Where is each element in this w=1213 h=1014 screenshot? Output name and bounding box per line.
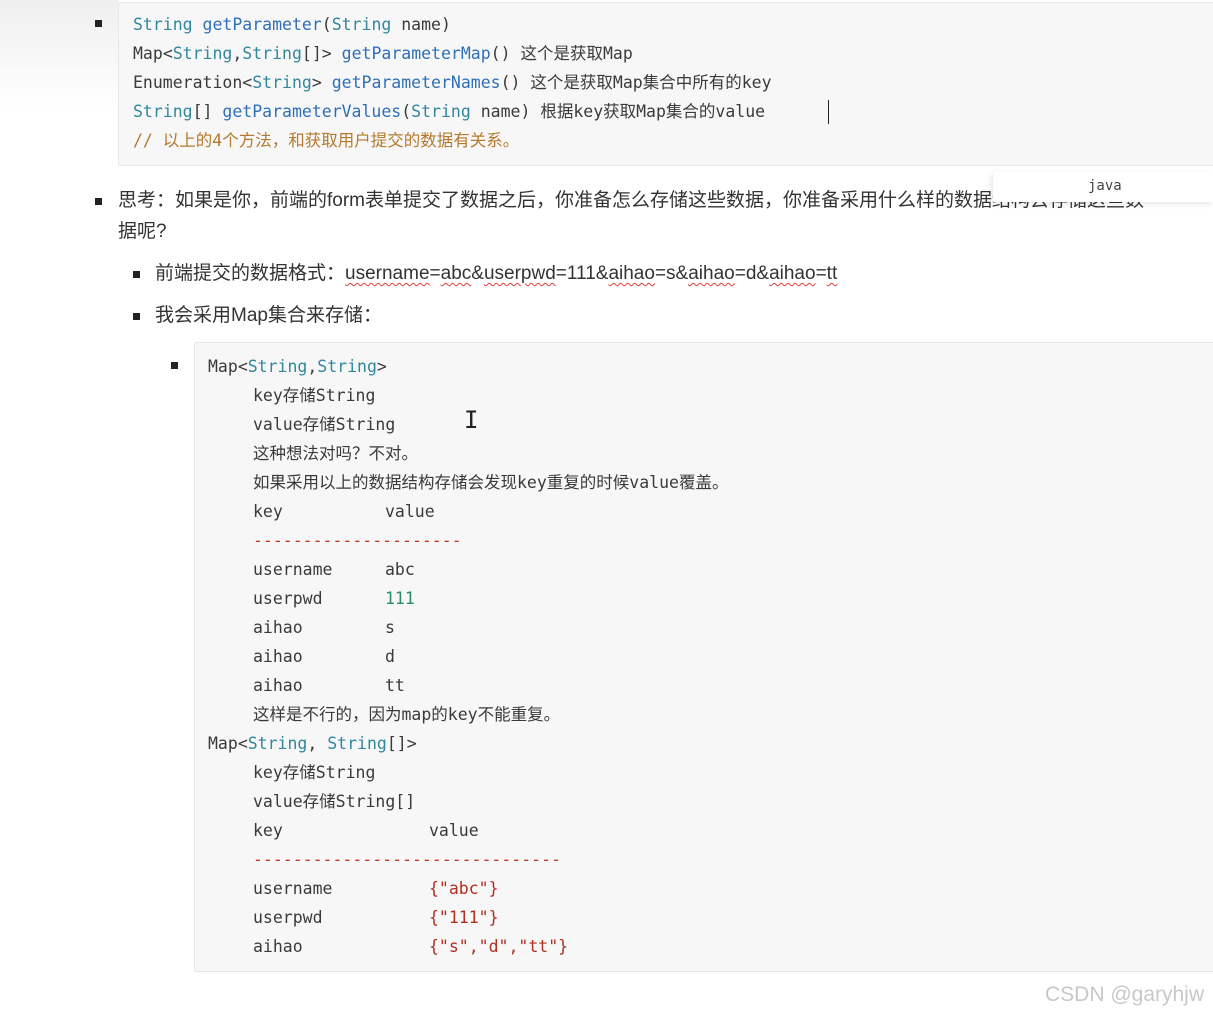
map2-value-note: value存储String[] [253, 792, 416, 811]
map1-value-note: value存储String [253, 415, 396, 434]
code-block-parameter-methods[interactable]: String getParameter(String name) Map<Str… [118, 2, 1213, 166]
table2-row-key: aihao [253, 937, 303, 956]
text-cursor-ibeam-icon: I [464, 406, 479, 434]
csdn-watermark: CSDN @garyhjw [1045, 983, 1205, 1006]
text-cursor [828, 100, 829, 124]
code-line-getparametervalues: String[] getParameterValues(String name)… [133, 102, 766, 121]
think-question-line2: 据呢? [118, 221, 167, 242]
list-bullet [95, 20, 102, 27]
table1-row-key: userpwd [253, 589, 323, 608]
table2-row-key: username [253, 879, 333, 898]
table2-divider: ------------------------------- [253, 850, 561, 869]
list-bullet [95, 198, 102, 205]
table1-row-value: d [385, 647, 395, 666]
page: String getParameter(String name) Map<Str… [0, 0, 1213, 1014]
map2-key-note: key存储String [253, 763, 376, 782]
table1-row-key: aihao [253, 647, 303, 666]
table1-row-value: s [385, 618, 395, 637]
store-method-line: 我会采用Map集合来存储： [155, 305, 382, 326]
table2-row-key: userpwd [253, 908, 323, 927]
map1-question: 这种想法对吗？不对。 [253, 444, 418, 463]
table1-row-value: abc [385, 560, 415, 579]
code-line-getparametermap: Map<String,String[]> getParameterMap() 这… [133, 44, 633, 63]
list-bullet [133, 271, 140, 278]
think-question-line1: 思考：如果是你，前端的form表单提交了数据之后，你准备怎么存储这些数据，你准备… [118, 190, 1145, 211]
map1-declaration: Map<String,String> [208, 357, 387, 376]
map2-declaration: Map<String, String[]> [208, 734, 417, 753]
table1-row-value: 111 [385, 589, 415, 608]
table1-divider: --------------------- [253, 531, 462, 550]
table1-row-key: aihao [253, 618, 303, 637]
top-left-shade [0, 0, 118, 110]
table2-header-value: value [429, 821, 479, 840]
list-bullet [171, 362, 178, 369]
data-format-line: 前端提交的数据格式：username=abc&userpwd=111&aihao… [155, 263, 838, 284]
map1-overwrite-note: 如果采用以上的数据结构存储会发现key重复的时候value覆盖。 [253, 473, 729, 492]
table2-row-value: {"s","d","tt"} [429, 937, 569, 956]
code-comment-line: // 以上的4个方法，和获取用户提交的数据有关系。 [133, 131, 520, 150]
table1-row-key: username [253, 560, 333, 579]
table1-row-value: tt [385, 676, 405, 695]
code-language-tag: java [993, 172, 1213, 202]
table1-header-key: key [253, 502, 283, 521]
code-block-map-structure[interactable]: Map<String,String> key存储String value存储St… [194, 342, 1213, 972]
table1-header-value: value [385, 502, 435, 521]
map1-conclusion: 这样是不行的，因为map的key不能重复。 [253, 705, 561, 724]
code-line-getparameternames: Enumeration<String> getParameterNames() … [133, 73, 772, 92]
map1-key-note: key存储String [253, 386, 376, 405]
table2-row-value: {"abc"} [429, 879, 499, 898]
table1-row-key: aihao [253, 676, 303, 695]
table2-row-value: {"111"} [429, 908, 499, 927]
table2-header-key: key [253, 821, 283, 840]
list-bullet [133, 313, 140, 320]
code-line-getparameter: String getParameter(String name) [133, 15, 451, 34]
